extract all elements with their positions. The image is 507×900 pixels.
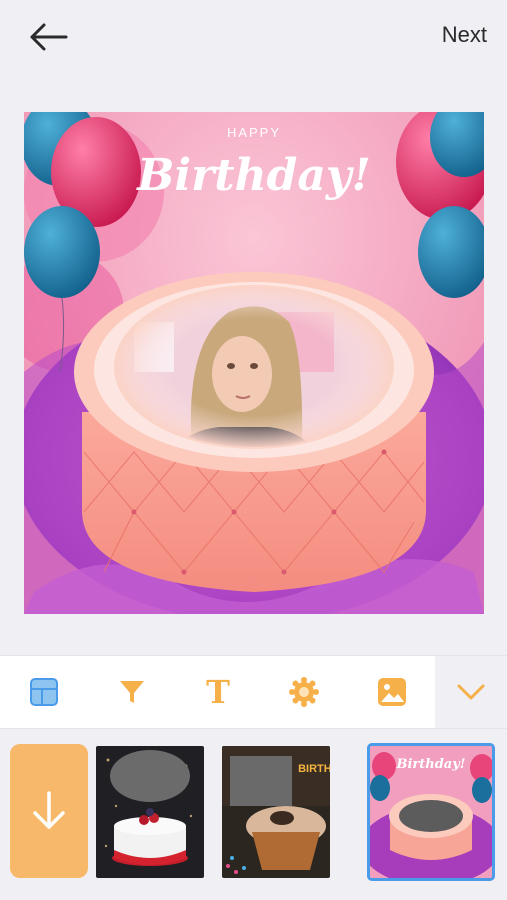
collapse-toolbar-button[interactable] bbox=[435, 656, 507, 728]
sticker-tool-button[interactable] bbox=[284, 672, 324, 712]
thumb-red-cake[interactable] bbox=[96, 746, 204, 878]
header-bar: Next bbox=[0, 0, 507, 80]
filter-icon bbox=[120, 681, 144, 703]
image-tool-button[interactable] bbox=[372, 672, 412, 712]
photo-frame-canvas[interactable]: HAPPY Birthday! bbox=[24, 112, 484, 614]
layout-tool-button[interactable] bbox=[24, 672, 64, 712]
next-button[interactable]: Next bbox=[442, 22, 487, 48]
template-tray: BIRTHDAY Birthday! bbox=[0, 728, 507, 900]
text-icon: T bbox=[206, 673, 230, 711]
frame-title-text: Birthday! bbox=[135, 150, 371, 201]
chevron-down-icon bbox=[457, 684, 485, 700]
thumb-pink-cake[interactable]: Birthday! bbox=[367, 743, 495, 881]
thumb-cupcake-caption: BIRTHDAY bbox=[298, 763, 330, 775]
thumb-pink-cake-caption: Birthday! bbox=[395, 757, 465, 772]
image-icon bbox=[378, 678, 406, 706]
thumb-cupcake[interactable]: BIRTHDAY bbox=[222, 746, 330, 878]
download-button[interactable] bbox=[10, 744, 88, 878]
edit-toolbar: T bbox=[0, 655, 507, 729]
back-button[interactable] bbox=[26, 20, 70, 54]
layout-icon bbox=[30, 678, 58, 706]
text-tool-button[interactable]: T bbox=[198, 672, 238, 712]
filter-tool-button[interactable] bbox=[112, 672, 152, 712]
frame-kicker-text: HAPPY bbox=[227, 125, 281, 140]
arrow-down-icon bbox=[33, 791, 65, 829]
arrow-left-icon bbox=[30, 23, 68, 51]
sticker-icon bbox=[289, 677, 319, 707]
